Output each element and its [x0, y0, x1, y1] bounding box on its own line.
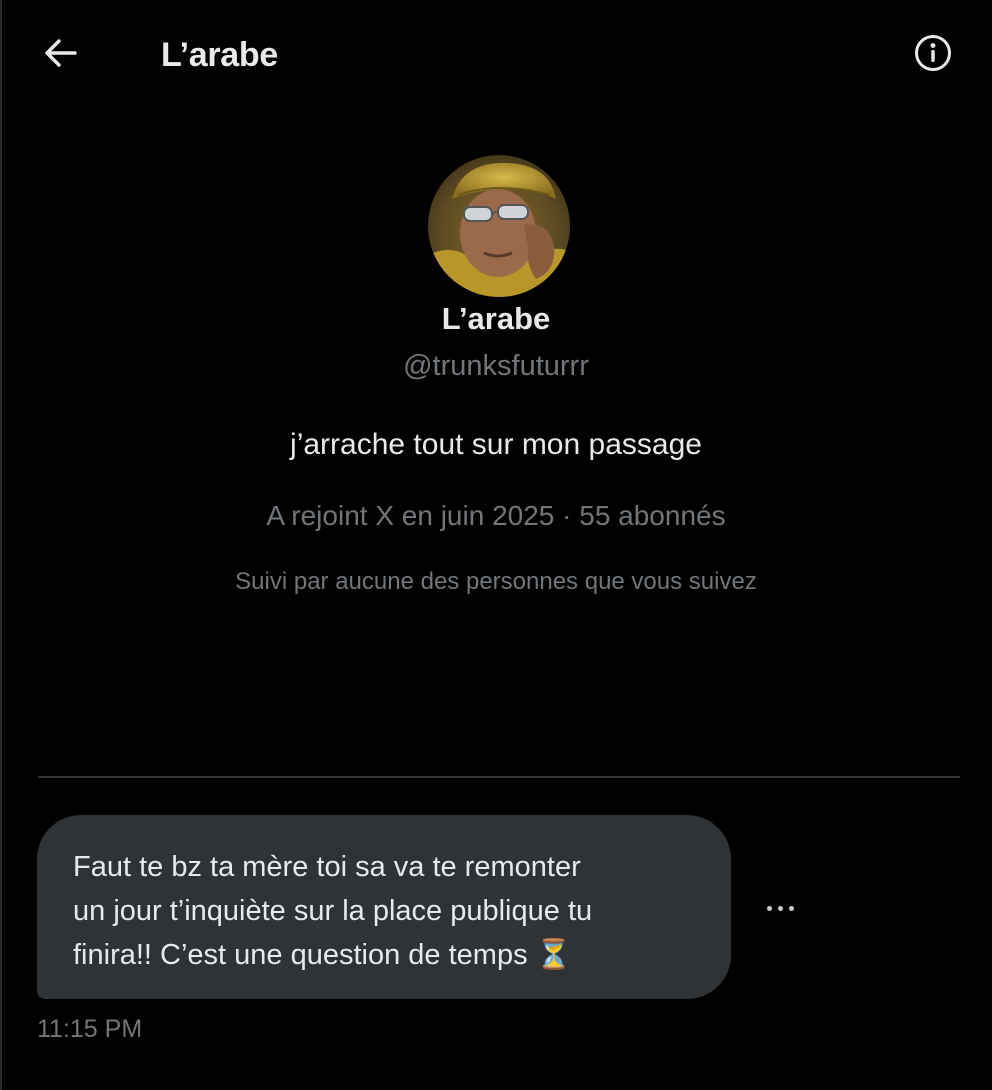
- arrow-left-icon: [43, 38, 77, 73]
- profile-name: L’arabe: [441, 301, 551, 336]
- profile-meta: A rejoint X en juin 2025 · 55 abonnés: [266, 500, 726, 531]
- info-circle-icon: [913, 33, 953, 78]
- more-horizontal-icon: [764, 898, 797, 916]
- profile-bio: j’arrache tout sur mon passage: [290, 428, 702, 461]
- message-more-button[interactable]: [754, 887, 806, 927]
- divider: [38, 776, 960, 778]
- avatar[interactable]: [428, 155, 570, 297]
- conversation-header: L’arabe: [0, 0, 992, 110]
- back-button[interactable]: [36, 34, 84, 76]
- conversation-title: L’arabe: [161, 36, 278, 74]
- info-button[interactable]: [910, 32, 956, 78]
- profile-handle: @trunksfuturrr: [403, 350, 589, 382]
- window-edge: [0, 0, 2, 1090]
- message-bubble[interactable]: Faut te bz ta mère toi sa va te remonter…: [37, 815, 731, 999]
- followed-by-text: Suivi par aucune des personnes que vous …: [235, 568, 757, 595]
- message-text: Faut te bz ta mère toi sa va te remonter…: [73, 851, 593, 971]
- message-timestamp: 11:15 PM: [37, 1015, 143, 1043]
